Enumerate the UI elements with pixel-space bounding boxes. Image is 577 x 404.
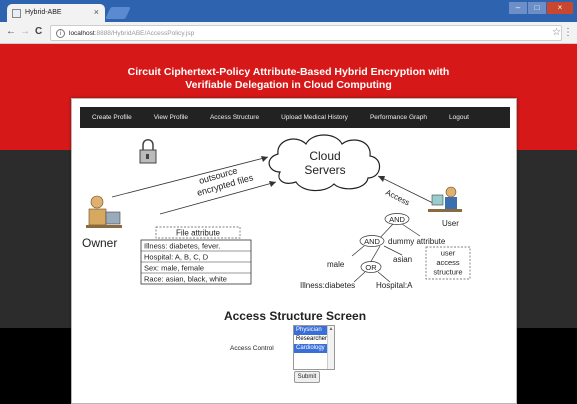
nav-access-structure[interactable]: Access Structure — [210, 114, 259, 121]
illness-diabetes-label: Illness:diabetes — [300, 281, 355, 290]
attribute-row: Sex: male, female — [144, 264, 204, 273]
nav-performance-graph[interactable]: Performance Graph — [370, 114, 427, 121]
lock-icon — [139, 139, 157, 164]
owner-label: Owner — [82, 236, 117, 250]
listbox-option-cardiology[interactable]: Cardiology — [294, 344, 328, 353]
owner-icon — [86, 195, 122, 228]
uas-label-line-1: user — [441, 249, 456, 258]
attribute-row: Race: asian, black, white — [144, 275, 227, 284]
access-control-listbox[interactable]: Physician Researcher Cardiology ▲ — [293, 325, 335, 370]
nav-view-profile[interactable]: View Profile — [154, 114, 188, 121]
browser-tab[interactable]: Hybrid-ABE × — [7, 4, 105, 22]
minimize-icon[interactable]: – — [509, 2, 527, 14]
browser-titlebar: Hybrid-ABE × – □ × — [0, 0, 577, 22]
asian-label: asian — [393, 255, 412, 264]
nav-logout[interactable]: Logout — [449, 114, 469, 121]
site-info-icon[interactable]: i — [56, 29, 65, 38]
cloud-label-line-1: Cloud — [309, 149, 340, 163]
listbox-option-researcher[interactable]: Researcher — [294, 335, 328, 344]
access-tree — [351, 213, 421, 283]
forward-icon[interactable]: → — [20, 26, 30, 37]
and-gate-label: AND — [364, 237, 380, 246]
attribute-row: Illness: diabetes, fever. — [144, 242, 220, 251]
window-close-icon[interactable]: × — [547, 2, 573, 14]
listbox-option-physician[interactable]: Physician — [294, 326, 328, 335]
tab-close-icon[interactable]: × — [94, 7, 99, 17]
favicon-icon — [12, 9, 21, 18]
uas-label-line-2: access — [436, 258, 460, 267]
window-controls: – □ × — [509, 2, 573, 14]
hospital-a-label: Hospital:A — [376, 281, 413, 290]
submit-button[interactable]: Submit — [294, 371, 320, 383]
page-title-line-1: Circuit Ciphertext-Policy Attribute-Base… — [127, 66, 450, 78]
user-label: User — [442, 219, 459, 228]
new-tab-button[interactable] — [105, 7, 131, 19]
address-bar-row: ← → C i localhost:8888/HybridABE/AccessP… — [0, 22, 577, 44]
page-title-line-2: Verifiable Delegation in Cloud Computing — [185, 79, 392, 91]
content-card: Create Profile View Profile Access Struc… — [71, 98, 517, 404]
bookmark-star-icon[interactable]: ☆ — [552, 27, 561, 38]
dummy-attribute-label: dummy attribute — [388, 237, 446, 246]
access-control-label: Access Control — [230, 345, 274, 352]
user-icon — [428, 186, 462, 212]
browser-menu-icon[interactable]: ⋮ — [563, 27, 573, 38]
screen-title: Access Structure Screen — [223, 309, 367, 323]
back-icon[interactable]: ← — [6, 26, 16, 37]
nav-create-profile[interactable]: Create Profile — [92, 114, 132, 121]
or-gate-label: OR — [365, 263, 377, 272]
tab-title: Hybrid-ABE — [25, 9, 62, 16]
url-input[interactable]: i localhost:8888/HybridABE/AccessPolicy.… — [50, 25, 562, 41]
file-attribute-title: File attribute — [176, 229, 221, 238]
nav-upload-medical-history[interactable]: Upload Medical History — [281, 114, 348, 121]
reload-icon[interactable]: C — [35, 26, 42, 37]
cloud-label-line-2: Servers — [304, 163, 345, 177]
attribute-row: Hospital: A, B, C, D — [144, 253, 209, 262]
main-nav: Create Profile View Profile Access Struc… — [80, 107, 510, 128]
uas-label-line-3: structure — [433, 268, 462, 277]
attribute-list: Illness: diabetes, fever. Hospital: A, B… — [140, 239, 252, 285]
and-gate-label: AND — [389, 215, 405, 224]
access-structure-diagram: Cloud Servers outsource encrypted files … — [82, 134, 471, 290]
url-path: :8888/HybridABE/AccessPolicy.jsp — [94, 30, 195, 37]
url-host: localhost — [69, 30, 95, 37]
page-title: Circuit Ciphertext-Policy Attribute-Base… — [100, 66, 477, 92]
male-label: male — [327, 260, 345, 269]
listbox-scrollbar[interactable]: ▲ — [327, 326, 334, 369]
maximize-icon[interactable]: □ — [528, 2, 546, 14]
